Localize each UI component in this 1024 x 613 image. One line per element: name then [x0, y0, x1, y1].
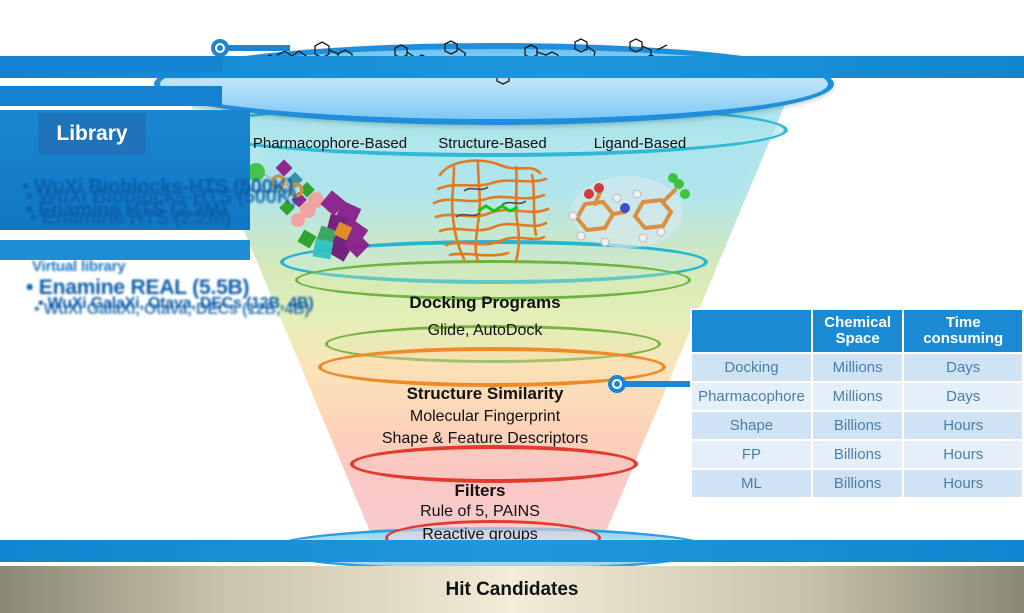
- table-cell-space: Millions: [810, 380, 905, 412]
- real-library-line-2-ghost: • Enamine HTS (2.2M): [30, 207, 231, 229]
- protein-structure-image: [420, 155, 570, 267]
- library-chip: Library: [38, 113, 146, 155]
- callout-dot-table-icon[interactable]: [608, 375, 626, 393]
- stage-heading-docking: Docking Programs: [409, 293, 561, 312]
- method-comparison-table: Chemical Space Time consuming Docking Mil…: [690, 308, 1024, 499]
- table-cell-space: Billions: [810, 467, 905, 499]
- table-header-time-line2: consuming: [923, 329, 1004, 347]
- table-cell-time: Hours: [902, 467, 1024, 499]
- table-row: ML Billions Hours: [690, 467, 1024, 499]
- library-chip-label: Library: [56, 122, 128, 145]
- callout-line-top: [228, 45, 290, 51]
- stage-heading-filters: Filters: [454, 481, 506, 500]
- funnel-ring-red-upper: [350, 445, 638, 483]
- table-header-time-consuming: Time consuming: [902, 308, 1024, 354]
- table-cell-space: Millions: [810, 351, 905, 383]
- table-body: Docking Millions Days Pharmacophore Millions…: [690, 351, 1024, 499]
- stage-heading-similarity: Structure Similarity: [406, 384, 564, 403]
- virtual-library-heading: Virtual library: [32, 258, 126, 275]
- table-cell-method: ML: [690, 467, 813, 499]
- method-label-pharmacophore: Pharmacophore-Based: [252, 135, 408, 152]
- stage-line-docking-1: Glide, AutoDock: [427, 322, 543, 339]
- virtual-library-line-2-ghost: • WuXi GalaXi, Otava, DECs (12B, 4B): [34, 301, 310, 318]
- table-header-time-line1: Time: [945, 314, 981, 331]
- table-header-method: [690, 308, 813, 354]
- table-cell-time: Days: [902, 351, 1024, 383]
- table-cell-method: Docking: [690, 351, 813, 383]
- table-cell-space: Billions: [810, 438, 905, 470]
- table-cell-time: Days: [902, 380, 1024, 412]
- method-label-ligand: Ligand-Based: [593, 135, 687, 152]
- table-cell-method: Shape: [690, 409, 813, 441]
- stage-line-similarity-1: Molecular Fingerprint: [409, 408, 561, 425]
- callout-dot-top-icon[interactable]: [211, 39, 229, 57]
- table-header-row: Chemical Space Time consuming: [690, 308, 1024, 354]
- table-cell-method: FP: [690, 438, 813, 470]
- table-row: FP Billions Hours: [690, 438, 1024, 470]
- stage-line-similarity-2: Shape & Feature Descriptors: [381, 430, 589, 447]
- table-row: Docking Millions Days: [690, 351, 1024, 383]
- table-cell-method: Pharmacophore: [690, 380, 813, 412]
- table-cell-time: Hours: [902, 409, 1024, 441]
- table-header: Chemical Space Time consuming: [690, 308, 1024, 354]
- real-library-heading: Real library: [30, 160, 110, 177]
- table-row: Shape Billions Hours: [690, 409, 1024, 441]
- bottom-blue-band: [0, 540, 1024, 562]
- diagram-canvas: Library Real library • WuXi Bioblocks-HT…: [0, 0, 1024, 613]
- library-band-2: [0, 86, 222, 106]
- hit-candidates-bar: Hit Candidates: [0, 566, 1024, 613]
- table-header-chemical-space-line1: Chemical: [824, 314, 891, 331]
- table-header-chemical-space-line2: Space: [835, 329, 880, 347]
- hit-candidates-label: Hit Candidates: [445, 578, 579, 600]
- library-band-1: [0, 56, 222, 72]
- ligand-molecule-image: [565, 160, 695, 260]
- pharmacophore-model-image: [238, 158, 388, 263]
- callout-line-table: [625, 381, 695, 387]
- method-label-structure: Structure-Based: [438, 135, 547, 152]
- table-cell-space: Billions: [810, 409, 905, 441]
- table-row: Pharmacophore Millions Days: [690, 380, 1024, 412]
- table-header-chemical-space: Chemical Space: [810, 308, 905, 354]
- virtual-library-band: [0, 240, 250, 260]
- table-cell-time: Hours: [902, 438, 1024, 470]
- stage-line-filters-1: Rule of 5, PAINS: [420, 503, 540, 520]
